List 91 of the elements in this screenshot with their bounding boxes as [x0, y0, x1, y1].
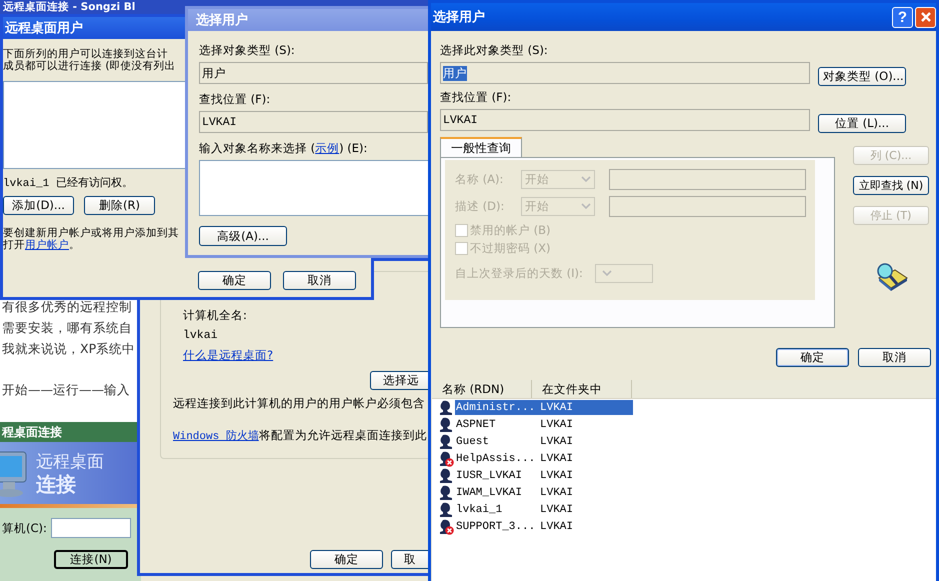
user-row[interactable]: lvkai_1 LVKAI — [455, 502, 633, 517]
hint-text: 要创建新用户帐户或将用户添加到其 — [3, 227, 179, 239]
banner-title: 连接 — [36, 473, 77, 495]
object-types-button[interactable]: 对象类型 (O)... — [818, 66, 906, 86]
folder-cell: LVKAI — [540, 486, 574, 498]
article-line: 开始——运行——输入 — [2, 381, 131, 399]
user-row[interactable]: ASPNET LVKAI — [455, 417, 633, 432]
close-icon — [920, 11, 932, 23]
field-label: 查找位置 (F): — [199, 92, 270, 107]
folder-cell: LVKAI — [540, 418, 574, 430]
user-row[interactable]: IUSR_LVKAI LVKAI — [455, 468, 633, 483]
article-line: 需要安装，哪有系统自 — [2, 319, 133, 337]
column-header[interactable]: 在文件夹中 — [532, 380, 632, 398]
firewall-link[interactable]: Windows 防火墙 — [173, 431, 259, 443]
folder-cell: LVKAI — [540, 452, 574, 464]
access-note: lvkai_1 已经有访问权。 — [3, 176, 133, 190]
field-label: 查找位置 (F): — [440, 90, 512, 105]
cancel-button[interactable]: 取 — [391, 550, 428, 569]
user-name: Guest — [455, 436, 490, 448]
folder-cell: LVKAI — [540, 504, 574, 516]
locations-button[interactable]: 位置 (L)... — [818, 114, 906, 132]
select-users-button[interactable]: 选择远 — [370, 371, 428, 390]
field-label: 描述 (D): — [455, 199, 506, 214]
user-row[interactable]: Guest LVKAI — [455, 434, 633, 449]
field-label: 算机(C): — [2, 520, 47, 536]
ok-button[interactable]: 确定 — [310, 550, 383, 569]
remove-button[interactable]: 删除(R) — [84, 196, 155, 215]
user-row[interactable]: SUPPORT_3... LVKAI — [455, 519, 633, 534]
window-title: 远程桌面用户 — [5, 20, 83, 37]
checkbox[interactable] — [455, 242, 468, 255]
ok-button[interactable]: 确定 — [776, 348, 849, 367]
field-label: 计算机全名: — [183, 308, 247, 323]
folder-cell: LVKAI — [540, 436, 574, 448]
field-label: 输入对象名称来选择 (示例) (E): — [199, 141, 368, 156]
article-line: 有很多优秀的远程控制 — [2, 298, 133, 316]
days-dropdown[interactable] — [594, 264, 653, 283]
field-label: 名称 (A): — [455, 172, 504, 187]
query-button[interactable]: 立即查找 (N) — [853, 176, 929, 195]
user-name: IWAM_LVKAI — [455, 486, 524, 498]
user-name: HelpAssis... — [455, 452, 534, 464]
close-button[interactable] — [915, 6, 936, 28]
user-accounts-link[interactable]: 用户帐户 — [25, 239, 69, 251]
hint-text: 打开用户帐户。 — [3, 239, 80, 251]
field-label: 选择此对象类型 (S): — [440, 43, 549, 58]
name-field[interactable] — [609, 169, 806, 190]
user-row[interactable]: Administr... LVKAI — [455, 400, 633, 415]
computer-name: lvkai — [183, 329, 218, 342]
checkbox[interactable] — [455, 224, 468, 237]
cancel-button[interactable]: 取消 — [858, 348, 931, 367]
user-name: ASPNET — [455, 418, 497, 430]
help-link[interactable]: 什么是远程桌面? — [183, 348, 274, 363]
example-link[interactable]: 示例 — [315, 141, 340, 155]
account-note: 远程连接到此计算机的用户的用户帐户必须包含 — [173, 396, 425, 411]
window-title: 选择用户 — [433, 8, 485, 26]
firewall-note: Windows 防火墙将配置为允许远程桌面连接到此 — [173, 428, 427, 443]
article-line: 我就来说说，XP系统中 — [2, 340, 136, 358]
object-names-field[interactable] — [199, 160, 428, 216]
column-header[interactable]: 名称 (RDN) — [432, 380, 532, 398]
help-button[interactable]: ? — [892, 6, 913, 28]
location-field: LVKAI — [199, 111, 428, 133]
user-row[interactable]: IWAM_LVKAI LVKAI — [455, 485, 633, 500]
object-type-field: 用户 — [199, 62, 428, 84]
ok-button[interactable]: 确定 — [198, 271, 271, 290]
window-title: 选择用户 — [196, 12, 248, 29]
checkbox-label: 不过期密码 (X) — [470, 241, 551, 256]
connect-button[interactable]: 连接(N) — [54, 550, 128, 569]
folder-cell: LVKAI — [540, 470, 574, 482]
banner-title: 远程桌面 — [36, 451, 104, 473]
folder-cell: LVKAI — [540, 402, 574, 414]
user-name: IUSR_LVKAI — [455, 470, 524, 482]
query-tab[interactable]: 一般性查询 — [440, 137, 522, 157]
object-type-field[interactable]: 用户 — [440, 62, 810, 84]
description-field[interactable] — [609, 196, 806, 217]
computer-field[interactable] — [50, 518, 131, 538]
user-name: Administr... — [455, 402, 534, 414]
checkbox-label: 禁用的帐户 (B) — [470, 223, 551, 238]
field-label: 选择对象类型 (S): — [199, 43, 295, 58]
intro-text: 成员都可以进行连接 (即使没有列出 — [3, 60, 176, 72]
window-title: 远程桌面连接 - Songzi Bl — [3, 0, 136, 14]
folder-cell: LVKAI — [540, 520, 574, 532]
user-list[interactable] — [3, 81, 187, 169]
add-button[interactable]: 添加(D)... — [3, 196, 74, 215]
cancel-button[interactable]: 取消 — [283, 271, 356, 290]
user-name: lvkai_1 — [455, 504, 504, 516]
window-title: 程桌面连接 — [2, 424, 62, 440]
location-field[interactable]: LVKAI — [440, 109, 810, 131]
advanced-button[interactable]: 高级(A)... — [199, 226, 287, 246]
intro-text: 下面所列的用户可以连接到这台计 — [3, 48, 168, 60]
user-row[interactable]: HelpAssis... LVKAI — [455, 451, 633, 466]
user-name: SUPPORT_3... — [455, 520, 534, 532]
field-label: 自上次登录后的天数 (I): — [455, 266, 583, 281]
